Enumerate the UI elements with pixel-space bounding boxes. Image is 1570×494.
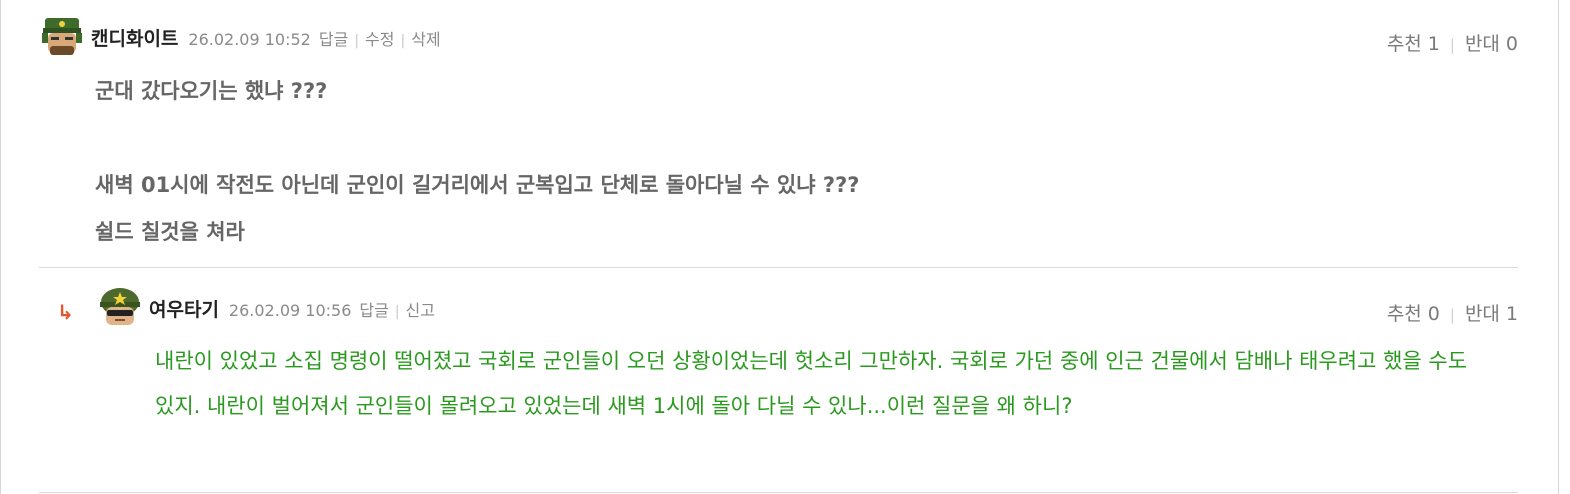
comment-list: 캔디화이트 26.02.09 10:52 답글 | 수정 | 삭제 추천 1 | … [0, 0, 1559, 494]
comment-item: 캔디화이트 26.02.09 10:52 답글 | 수정 | 삭제 추천 1 | … [39, 10, 1518, 268]
recommend-count: 1 [1427, 33, 1440, 55]
comment-meta: 여우타기 26.02.09 10:56 답글 | 신고 [149, 295, 435, 322]
report-link[interactable]: 신고 [406, 297, 435, 321]
oppose-count: 1 [1505, 303, 1518, 325]
comment-line: 군대 갔다오기는 했냐 ??? [95, 79, 328, 103]
avatar-soldier-icon[interactable] [97, 286, 143, 332]
divider: | [354, 33, 360, 49]
vote-box: 추천 1 | 반대 0 [1387, 29, 1518, 56]
divider: | [1449, 306, 1455, 324]
comment-date: 26.02.09 10:52 [188, 30, 311, 49]
divider: | [394, 304, 400, 320]
avatar-soldier-icon[interactable] [39, 16, 85, 62]
divider: | [400, 33, 406, 49]
comment-line [95, 115, 859, 162]
comment-nickname[interactable]: 캔디화이트 [91, 24, 178, 51]
recommend-count: 0 [1427, 303, 1440, 325]
oppose-count: 0 [1505, 33, 1518, 55]
reply-comment-item: ↳ 여우타기 26.02.09 10:56 답글 | 신고 추천 0 | 반대 1 … [39, 268, 1518, 493]
recommend-label: 추천 [1386, 303, 1422, 325]
oppose-label: 반대 [1464, 33, 1500, 55]
recommend-button[interactable]: 추천 0 [1387, 299, 1440, 326]
recommend-label: 추천 [1386, 33, 1422, 55]
comment-nickname[interactable]: 여우타기 [149, 295, 219, 322]
edit-link[interactable]: 수정 [365, 26, 394, 50]
comment-line: 새벽 01시에 작전도 아닌데 군인이 길거리에서 군복입고 단체로 돌아다닐 … [95, 173, 860, 197]
recommend-button[interactable]: 추천 1 [1387, 29, 1440, 56]
oppose-button[interactable]: 반대 1 [1465, 299, 1518, 326]
oppose-label: 반대 [1464, 303, 1500, 325]
comment-body: 내란이 있었고 소집 명령이 떨어졌고 국회로 군인들이 오던 상황이었는데 헛… [155, 349, 1468, 418]
comment-line: 쉴드 칠것을 쳐라 [95, 220, 245, 244]
reply-link[interactable]: 답글 [359, 297, 388, 321]
reply-link[interactable]: 답글 [319, 26, 348, 50]
comment-body: 군대 갔다오기는 했냐 ??? 새벽 01시에 작전도 아닌데 군인이 길거리에… [95, 68, 859, 256]
vote-box: 추천 0 | 반대 1 [1387, 299, 1518, 326]
divider: | [1449, 36, 1455, 54]
comment-date: 26.02.09 10:56 [228, 301, 352, 320]
delete-link[interactable]: 삭제 [411, 26, 440, 50]
oppose-button[interactable]: 반대 0 [1465, 29, 1518, 56]
reply-arrow-icon: ↳ [57, 300, 74, 324]
comment-meta: 캔디화이트 26.02.09 10:52 답글 | 수정 | 삭제 [91, 24, 441, 51]
